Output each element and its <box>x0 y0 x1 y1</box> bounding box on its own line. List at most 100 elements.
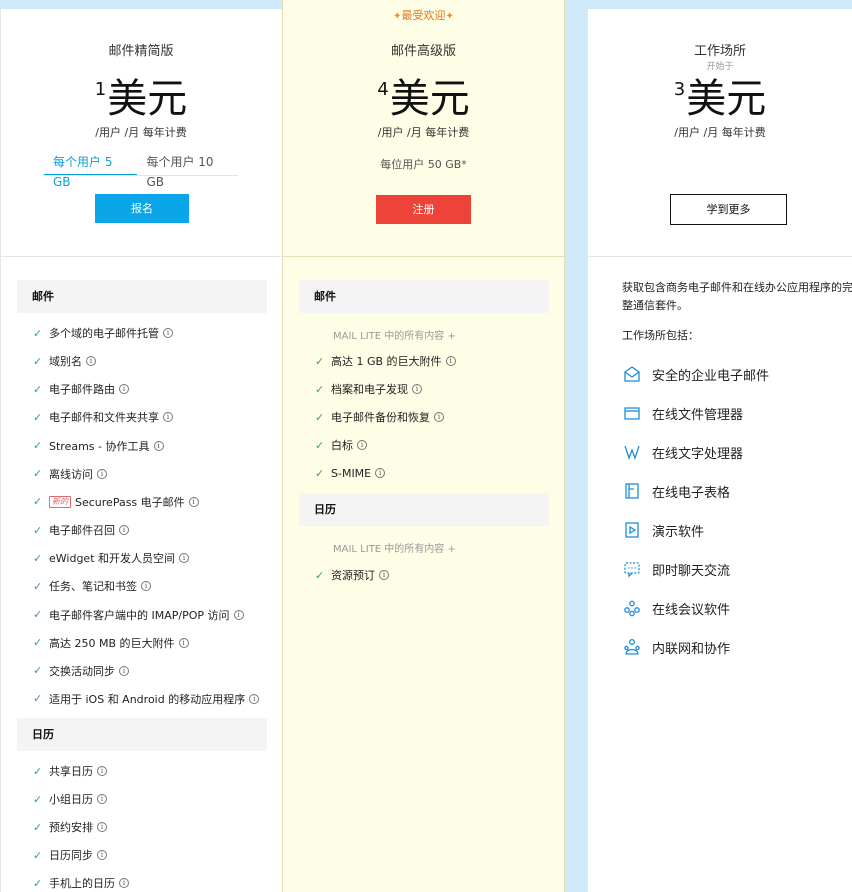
check-icon: ✓ <box>315 354 325 368</box>
plan-name: 邮件精简版 <box>108 44 174 59</box>
info-icon[interactable]: i <box>412 384 422 394</box>
signup-button[interactable]: 报名 <box>95 194 189 223</box>
feature-item: ✓ eWidget 和开发人员空间 i <box>33 550 189 566</box>
tab-5gb[interactable]: 每个用户 5 GB <box>44 152 138 189</box>
info-icon[interactable]: i <box>141 581 151 592</box>
price-amount: 4 <box>377 79 389 100</box>
check-icon: ✓ <box>315 438 325 452</box>
info-icon[interactable]: i <box>119 665 129 676</box>
feature-label: 小组日历 <box>49 793 93 807</box>
price-currency: 美元 <box>389 76 470 122</box>
column-gap <box>565 9 587 892</box>
info-icon[interactable]: i <box>97 468 107 479</box>
feature-label: 电子邮件客户端中的 IMAP/POP 访问 <box>49 608 230 622</box>
billing-period: /用户 /月 每年计费 <box>674 126 766 139</box>
info-icon[interactable]: i <box>178 637 189 648</box>
show-icon <box>622 520 642 540</box>
feature-label: eWidget 和开发人员空间 <box>49 552 175 566</box>
check-icon: ✓ <box>33 876 43 890</box>
section-header-mail: 邮件 <box>17 280 267 313</box>
tab-10gb[interactable]: 每个用户 10 GB <box>137 152 238 189</box>
plan-price: 4美元 <box>283 79 564 119</box>
mail-icon <box>622 364 642 384</box>
workplace-app-item: 演示软件 <box>622 520 704 540</box>
most-popular-tag: ✦最受欢迎✦ <box>283 7 564 23</box>
workplace-app-item: 在线文件管理器 <box>622 403 743 423</box>
feature-item: ✓ 电子邮件召回 i <box>33 522 129 538</box>
writer-icon <box>622 442 642 462</box>
feature-item: ✓ S-MIME i <box>315 465 386 481</box>
plan-name: 工作场所 <box>693 44 746 59</box>
info-icon[interactable]: i <box>179 553 189 564</box>
star-icon: ✦ <box>445 11 454 22</box>
info-icon[interactable]: i <box>163 328 173 338</box>
info-icon[interactable]: i <box>97 822 107 833</box>
workplace-app-label: 演示软件 <box>652 524 705 540</box>
workplace-app-label: 在线文字处理器 <box>652 446 744 462</box>
feature-label: 离线访问 <box>49 467 93 481</box>
info-icon[interactable]: i <box>97 850 107 861</box>
info-icon[interactable]: i <box>97 766 107 776</box>
feature-item: ✓ 高达 1 GB 的巨大附件 i <box>315 353 456 369</box>
feature-label: 域别名 <box>49 355 82 369</box>
info-icon[interactable]: i <box>379 570 389 580</box>
feature-label: S-MIME <box>331 466 372 480</box>
feature-label: 电子邮件召回 <box>49 524 115 538</box>
divider <box>283 256 564 257</box>
plan-column-workplace: 工作场所 开始于 3美元 /用户 /月 每年计费 学到更多 获取包含商务电子邮件… <box>587 9 852 892</box>
info-icon[interactable]: i <box>153 440 164 451</box>
info-icon[interactable]: i <box>357 440 367 450</box>
info-icon[interactable]: i <box>119 525 129 536</box>
info-icon[interactable]: i <box>233 609 244 620</box>
feature-label: 档案和电子发现 <box>331 383 408 396</box>
check-icon: ✓ <box>33 636 43 650</box>
info-icon[interactable]: i <box>163 412 173 423</box>
workplace-app-item: 在线会议软件 <box>622 598 730 618</box>
plan-name: 邮件高级版 <box>390 44 456 59</box>
feature-item: ✓ 电子邮件备份和恢复 i <box>315 409 444 425</box>
signup-button[interactable]: 注册 <box>376 195 471 224</box>
billing-period: /用户 /月 每年计费 <box>377 126 470 139</box>
info-icon[interactable]: i <box>249 693 260 704</box>
info-icon[interactable]: i <box>119 878 129 889</box>
feature-item: ✓ 电子邮件和文件夹共享 i <box>33 409 173 425</box>
feature-item: ✓ 任务、笔记和书签 i <box>33 578 151 594</box>
check-icon: ✓ <box>33 551 43 565</box>
learn-more-button[interactable]: 学到更多 <box>670 194 787 225</box>
info-icon[interactable]: i <box>188 496 199 507</box>
check-icon: ✓ <box>33 820 43 834</box>
folder-icon <box>622 403 642 423</box>
billing-period: /用户 /月 每年计费 <box>95 126 187 139</box>
info-icon[interactable]: i <box>375 468 386 478</box>
feature-label: 电子邮件备份和恢复 <box>331 411 430 424</box>
workplace-app-label: 内联网和协作 <box>652 641 731 657</box>
feature-label: 预约安排 <box>49 821 93 835</box>
feature-label: 手机上的日历 <box>49 877 115 891</box>
divider <box>588 256 852 257</box>
info-icon[interactable]: i <box>119 384 129 395</box>
feature-label: 交换活动同步 <box>49 664 115 678</box>
feature-item: ✓ 手机上的日历 i <box>33 875 129 891</box>
includes-lite-note: MAIL LITE 中的所有内容 + <box>333 331 456 342</box>
meeting-icon <box>622 598 642 618</box>
workplace-description: 获取包含商务电子邮件和在线办公应用程序的完整通信套件。 <box>622 281 852 312</box>
info-icon[interactable]: i <box>97 794 107 805</box>
workplace-app-item: 内联网和协作 <box>622 637 730 657</box>
feature-item: ✓ 域别名 i <box>33 353 96 369</box>
feature-label: Streams - 协作工具 <box>49 439 150 453</box>
info-icon[interactable]: i <box>86 356 96 367</box>
workplace-app-label: 在线电子表格 <box>652 485 731 501</box>
feature-item: ✓ 档案和电子发现 i <box>315 381 422 397</box>
check-icon: ✓ <box>33 410 43 424</box>
workplace-app-label: 在线会议软件 <box>652 602 731 618</box>
workplace-app-label: 安全的企业电子邮件 <box>652 368 770 384</box>
includes-lite-note: MAIL LITE 中的所有内容 + <box>333 544 456 555</box>
info-icon[interactable]: i <box>434 412 444 422</box>
feature-item: ✓ 共享日历 i <box>33 763 107 779</box>
feature-label: 电子邮件路由 <box>49 383 115 397</box>
storage-tabs: 每个用户 5 GB 每个用户 10 GB <box>44 152 238 189</box>
info-icon[interactable]: i <box>445 356 456 366</box>
feature-item: ✓ 适用于 iOS 和 Android 的移动应用程序 i <box>33 691 260 707</box>
feature-label: 适用于 iOS 和 Android 的移动应用程序 <box>49 692 246 706</box>
feature-label: 电子邮件和文件夹共享 <box>49 411 159 425</box>
